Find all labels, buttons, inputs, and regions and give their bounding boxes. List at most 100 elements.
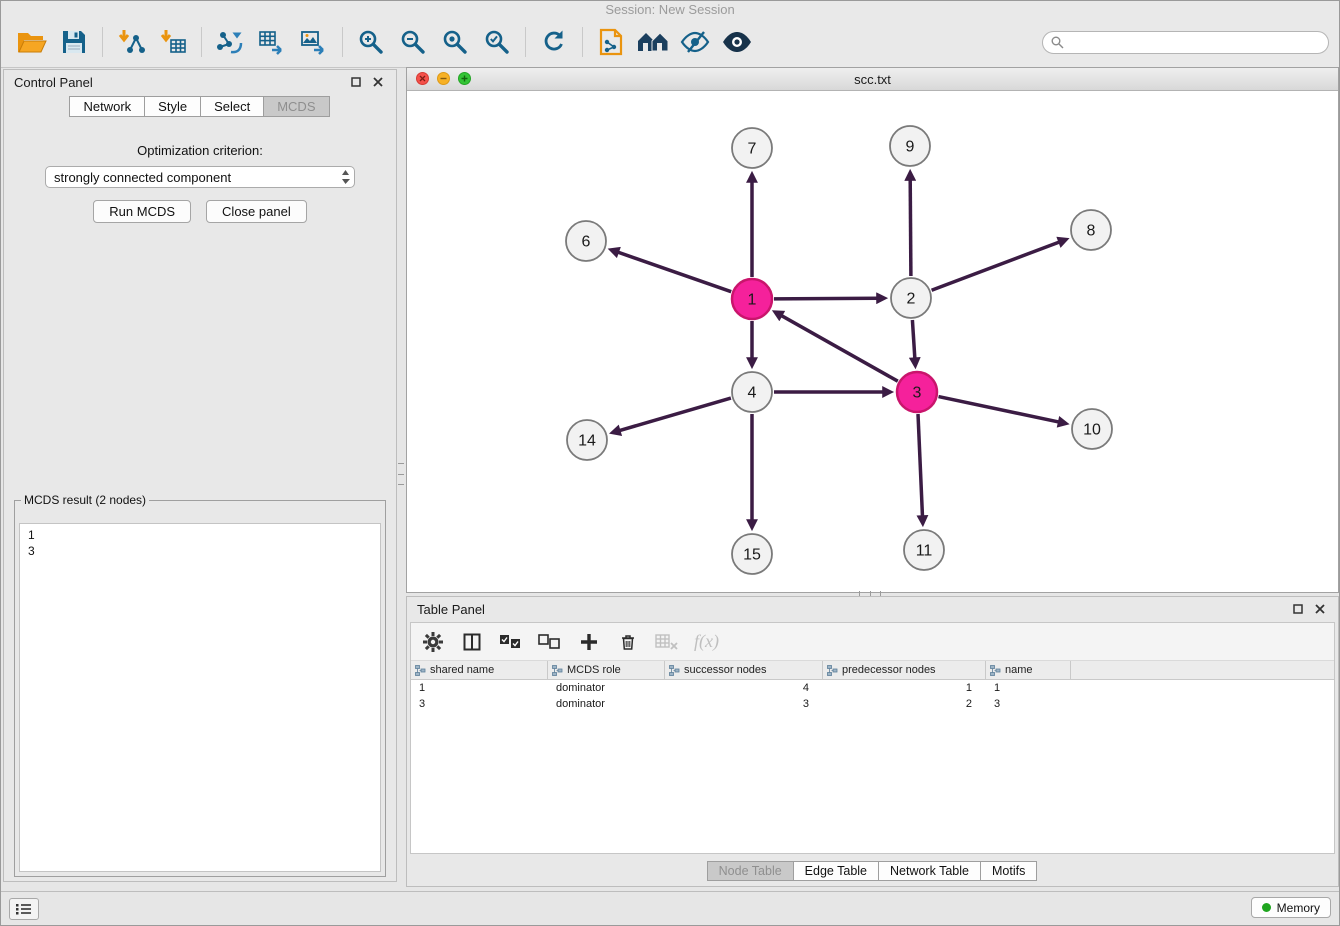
window-zoom-icon[interactable] — [458, 72, 471, 85]
export-image-button[interactable] — [293, 21, 335, 63]
delete-table-button[interactable] — [655, 629, 679, 655]
edge-4-14[interactable] — [619, 398, 731, 431]
function-builder-button[interactable]: f(x) — [694, 629, 719, 655]
edge-2-8[interactable] — [932, 242, 1061, 291]
node-10[interactable]: 10 — [1072, 409, 1112, 449]
export-image-icon — [300, 28, 328, 56]
close-panel-action-button[interactable]: Close panel — [206, 200, 307, 223]
tab-select[interactable]: Select — [200, 96, 264, 117]
import-network-button[interactable] — [110, 21, 152, 63]
cell-name: 3 — [986, 698, 1071, 710]
network-window-titlebar[interactable]: scc.txt — [407, 68, 1338, 91]
zoom-selected-button[interactable] — [476, 21, 518, 63]
save-session-button[interactable] — [53, 21, 95, 63]
show-columns-button[interactable] — [460, 629, 484, 655]
search-input[interactable] — [1069, 34, 1320, 50]
node-3[interactable]: 3 — [897, 372, 937, 412]
window-minimize-icon[interactable] — [437, 72, 450, 85]
edge-2-9[interactable] — [910, 179, 911, 276]
table-settings-button[interactable] — [421, 629, 445, 655]
close-table-panel-button[interactable] — [1312, 601, 1328, 617]
node-14[interactable]: 14 — [567, 420, 607, 460]
delete-column-button[interactable] — [616, 629, 640, 655]
export-table-icon — [258, 28, 286, 56]
edge-3-11[interactable] — [918, 414, 923, 517]
task-history-button[interactable] — [9, 898, 39, 920]
tab-motifs[interactable]: Motifs — [980, 861, 1037, 881]
select-all-columns-button[interactable] — [499, 629, 523, 655]
node-7[interactable]: 7 — [732, 128, 772, 168]
home-icon — [636, 29, 670, 55]
toolbar-separator — [525, 27, 526, 57]
tab-style[interactable]: Style — [144, 96, 201, 117]
close-icon — [1315, 604, 1325, 614]
result-line: 1 — [28, 527, 372, 543]
tab-network-table[interactable]: Network Table — [878, 861, 981, 881]
export-network-button[interactable] — [209, 21, 251, 63]
edge-1-6[interactable] — [617, 252, 731, 292]
tab-node-table[interactable]: Node Table — [707, 861, 794, 881]
node-11[interactable]: 11 — [904, 530, 944, 570]
horizontal-splitter-handle[interactable] — [859, 591, 881, 596]
cell-shared-name: 3 — [411, 698, 548, 710]
float-panel-button[interactable] — [348, 74, 364, 90]
node-4[interactable]: 4 — [732, 372, 772, 412]
style-preview-button[interactable] — [674, 21, 716, 63]
optimization-criterion-select[interactable]: strongly connected component — [45, 166, 355, 188]
node-label: 15 — [743, 547, 761, 564]
column-header-shared-name[interactable]: shared name — [411, 661, 548, 679]
save-session-icon — [61, 29, 87, 55]
open-file-button[interactable] — [11, 21, 53, 63]
trash-icon — [618, 632, 638, 652]
network-canvas[interactable]: 7 9 6 8 1 2 4 3 14 10 15 11 — [407, 91, 1338, 593]
node-2[interactable]: 2 — [891, 278, 931, 318]
window-close-icon[interactable] — [416, 72, 429, 85]
mcds-result-text[interactable]: 1 3 — [19, 523, 381, 872]
unselect-all-columns-button[interactable] — [538, 629, 562, 655]
vertical-splitter-handle[interactable] — [398, 463, 404, 485]
select-all-icon — [499, 634, 523, 650]
node-9[interactable]: 9 — [890, 126, 930, 166]
edge-3-1[interactable] — [781, 315, 898, 381]
table-row[interactable]: 1 dominator 4 1 1 — [411, 680, 1334, 696]
column-header-mcds-role[interactable]: MCDS role — [548, 661, 665, 679]
zoom-in-button[interactable] — [350, 21, 392, 63]
edge-1-2[interactable] — [774, 298, 878, 299]
column-header-successor-nodes[interactable]: successor nodes — [665, 661, 823, 679]
tab-edge-table[interactable]: Edge Table — [793, 861, 879, 881]
window-titlebar[interactable]: Session: New Session — [1, 1, 1339, 17]
node-8[interactable]: 8 — [1071, 210, 1111, 250]
cell-predecessor-nodes: 1 — [823, 682, 986, 694]
memory-button[interactable]: Memory — [1251, 897, 1331, 918]
zoom-out-icon — [399, 28, 427, 56]
export-table-button[interactable] — [251, 21, 293, 63]
control-panel-title: Control Panel — [14, 75, 93, 90]
create-column-button[interactable] — [577, 629, 601, 655]
column-header-name[interactable]: name — [986, 661, 1071, 679]
float-table-panel-button[interactable] — [1290, 601, 1306, 617]
node-6[interactable]: 6 — [566, 221, 606, 261]
close-panel-button[interactable] — [370, 74, 386, 90]
zoom-fit-button[interactable] — [434, 21, 476, 63]
node-1[interactable]: 1 — [732, 279, 772, 319]
run-mcds-button[interactable]: Run MCDS — [93, 200, 191, 223]
zoom-out-button[interactable] — [392, 21, 434, 63]
toolbar-separator — [102, 27, 103, 57]
column-header-predecessor-nodes[interactable]: predecessor nodes — [823, 661, 986, 679]
tab-mcds[interactable]: MCDS — [263, 96, 329, 117]
import-table-button[interactable] — [152, 21, 194, 63]
edge-2-3[interactable] — [912, 320, 915, 359]
tab-network[interactable]: Network — [69, 96, 145, 117]
table-row[interactable]: 3 dominator 3 2 3 — [411, 696, 1334, 712]
refresh-button[interactable] — [533, 21, 575, 63]
node-label: 8 — [1087, 223, 1096, 240]
node-15[interactable]: 15 — [732, 534, 772, 574]
home-button[interactable] — [632, 21, 674, 63]
network-graph[interactable]: 7 9 6 8 1 2 4 3 14 10 15 11 — [407, 91, 1338, 593]
graphics-detail-button[interactable] — [716, 21, 758, 63]
table-toolbar: f(x) — [411, 623, 1334, 661]
edge-3-10[interactable] — [939, 397, 1060, 423]
network-file-button[interactable] — [590, 21, 632, 63]
search-box[interactable] — [1042, 31, 1329, 54]
control-panel-tabs: Network Style Select MCDS — [4, 96, 396, 117]
